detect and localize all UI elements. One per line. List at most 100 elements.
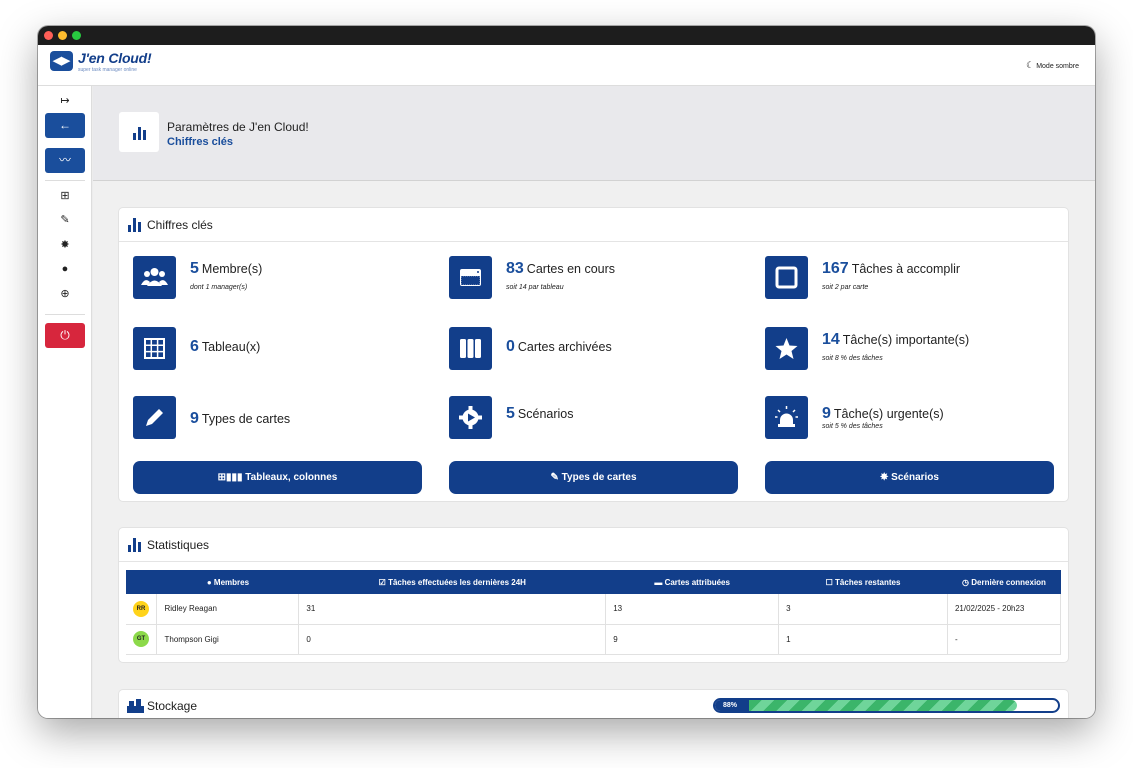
bar-chart-icon	[119, 112, 159, 152]
logout-button[interactable]: ⏻	[45, 323, 85, 348]
maximize-window-button[interactable]	[72, 31, 81, 40]
pen-icon: ✎	[60, 214, 70, 226]
arrow-expand-icon: ↦	[60, 95, 70, 107]
kpi-scenarios-line: 5 Scénarios	[506, 405, 574, 423]
table-row[interactable]: RR Ridley Reagan 31 13 3 21/02/2025 - 20…	[126, 594, 1062, 625]
table-header-members[interactable]: ● Membres	[156, 570, 299, 594]
page-title: Paramètres de J'en Cloud!	[167, 120, 309, 134]
kpi-cards-archived-label: Cartes archivées	[517, 340, 612, 354]
boards-columns-button[interactable]: ⊞▮▮▮ Tableaux, colonnes	[133, 461, 422, 494]
card-types-button[interactable]: ✎ Types de cartes	[449, 461, 738, 494]
grid-icon: ⊞	[60, 190, 70, 202]
sidebar-back-button[interactable]: ←	[45, 113, 85, 138]
avatar: RR	[133, 600, 149, 617]
boards-columns-button-label: Tableaux, colonnes	[245, 472, 338, 483]
storage-progress-fill	[749, 700, 1017, 711]
table-header-avatar	[126, 570, 157, 594]
storage-card: Stockage 88%	[119, 690, 1068, 718]
kpi-card-types-line: 9 Types de cartes	[190, 410, 290, 428]
dark-mode-label: Mode sombre	[1036, 63, 1079, 70]
bar-chart-icon	[128, 218, 141, 232]
moon-icon: ☾	[1026, 60, 1035, 70]
app-name[interactable]: J'en Cloud!	[78, 50, 152, 66]
statistics-header: Statistiques	[119, 528, 1068, 562]
key-figures-header: Chiffres clés	[119, 208, 1068, 242]
sidebar: ↦ ← 〰 ⊞ ✎ ✸ ● ⊕ ⏻	[38, 86, 92, 718]
last-login-value: -	[947, 624, 1062, 655]
tasks-remaining-value: 3	[778, 594, 948, 625]
lifebuoy-icon: ⊕	[60, 288, 70, 300]
sidebar-divider	[45, 180, 85, 181]
sidebar-item-scenarios[interactable]: ✸	[45, 238, 85, 251]
kpi-members-number: 5	[190, 260, 199, 277]
sidebar-item-members[interactable]: ●	[45, 263, 85, 275]
gear-icon: ✸	[60, 239, 70, 251]
key-figures-card: Chiffres clés 5 Membre(s) dont 1 manager(…	[119, 208, 1068, 501]
scenarios-button[interactable]: ✸ Scénarios	[765, 461, 1054, 494]
table-header-row: ● Membres ☑ Tâches effectuées les derniè…	[126, 570, 1061, 594]
column-label: Tâches effectuées les dernières 24H	[388, 577, 526, 587]
kpi-cards-active-line: 83 Cartes en cours	[506, 260, 615, 278]
minimize-window-button[interactable]	[58, 31, 67, 40]
kpi-tasks-todo-label: Tâches à accomplir	[851, 262, 961, 276]
kpi-tasks-urgent-label: Tâche(s) urgente(s)	[833, 407, 944, 421]
gear-icon: ✸	[880, 472, 892, 483]
checkbox-icon: ☐	[825, 577, 836, 587]
kpi-cards-active-number: 83	[506, 260, 524, 277]
kpi-scenarios-label: Scénarios	[517, 407, 574, 421]
app-tagline: super task manager online	[78, 67, 137, 73]
table-header-cards-assigned[interactable]: ▬ Cartes attribuées	[605, 570, 779, 594]
kpi-tasks-important-line: 14 Tâche(s) importante(s)	[822, 331, 969, 349]
storage-title: Stockage	[147, 699, 198, 713]
kpi-card-types-number: 9	[190, 410, 199, 427]
member-name: Thompson Gigi	[156, 624, 300, 655]
sidebar-divider	[45, 314, 85, 315]
avatar-cell: GT	[126, 624, 158, 655]
cloud-logo-icon[interactable]: ◀▶	[50, 51, 73, 71]
kpi-tasks-urgent-sub: soit 5 % des tâches	[822, 423, 883, 430]
chart-line-icon: 〰	[58, 153, 71, 167]
kpi-tasks-important-number: 14	[822, 331, 840, 348]
users-icon	[133, 256, 176, 299]
card-types-button-label: Types de cartes	[561, 472, 637, 483]
statistics-table: ● Membres ☑ Tâches effectuées les derniè…	[126, 570, 1062, 655]
kpi-tasks-important-sub: soit 8 % des tâches	[822, 355, 883, 362]
cards-assigned-value: 9	[605, 624, 780, 655]
statistics-card: Statistiques ● Membres ☑ Tâches effectué…	[119, 528, 1068, 662]
arrow-left-icon: ←	[59, 118, 71, 132]
member-name: Ridley Reagan	[156, 594, 300, 625]
main-content: Paramètres de J'en Cloud! Chiffres clés …	[93, 86, 1095, 718]
pen-icon	[133, 396, 176, 439]
checkbox-icon	[765, 256, 808, 299]
column-label: Cartes attribuées	[664, 577, 730, 587]
cards-assigned-value: 13	[605, 594, 780, 625]
star-icon	[765, 327, 808, 370]
bar-chart-icon	[128, 538, 141, 552]
last-login-value: 21/02/2025 - 20h23	[947, 594, 1062, 625]
kpi-card-types-label: Types de cartes	[201, 412, 291, 426]
sidebar-stats-button[interactable]: 〰	[45, 148, 85, 173]
close-window-button[interactable]	[44, 31, 53, 40]
table-header-tasks-remaining[interactable]: ☐ Tâches restantes	[778, 570, 948, 594]
storage-progress-bar: 88%	[713, 698, 1060, 713]
column-label: Dernière connexion	[971, 577, 1046, 587]
kpi-cards-archived-number: 0	[506, 338, 515, 355]
user-icon: ●	[206, 577, 214, 587]
storage-percent-label: 88%	[715, 700, 749, 711]
table-row[interactable]: GT Thompson Gigi 0 9 1 -	[126, 624, 1062, 655]
alarm-icon	[765, 396, 808, 439]
table-header-tasks-done[interactable]: ☑ Tâches effectuées les dernières 24H	[298, 570, 606, 594]
kpi-cards-archived-line: 0 Cartes archivées	[506, 338, 612, 356]
kpi-members-label: Membre(s)	[201, 262, 263, 276]
kpi-tasks-todo-number: 167	[822, 260, 849, 277]
column-label: Tâches restantes	[835, 577, 901, 587]
sidebar-item-boards[interactable]: ⊞	[45, 189, 85, 202]
sidebar-expand-button[interactable]: ↦	[45, 94, 85, 107]
dark-mode-toggle[interactable]: ☾ Mode sombre	[1026, 60, 1079, 71]
sidebar-item-card-types[interactable]: ✎	[45, 213, 85, 226]
sidebar-item-help[interactable]: ⊕	[45, 287, 85, 300]
statistics-title: Statistiques	[147, 538, 210, 552]
table-header-last-login[interactable]: ◷ Dernière connexion	[947, 570, 1061, 594]
page-subtitle: Chiffres clés	[167, 136, 234, 148]
window-titlebar	[38, 26, 1095, 45]
